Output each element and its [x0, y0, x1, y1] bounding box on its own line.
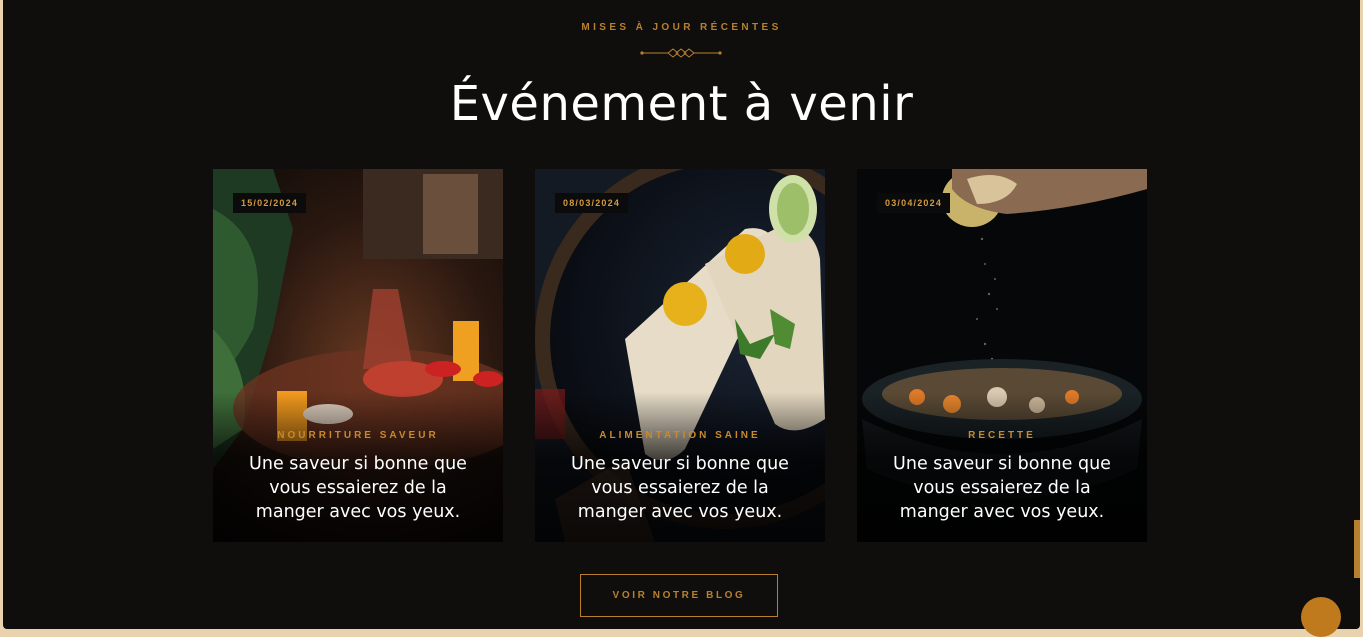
event-category[interactable]: ALIMENTATION SAINE [535, 430, 825, 441]
event-card[interactable]: 08/03/2024 ALIMENTATION SAINE Une saveur… [535, 169, 825, 542]
event-date: 03/04/2024 [877, 193, 951, 213]
event-title[interactable]: Une saveur si bonne que vous essaierez d… [555, 452, 805, 524]
event-category[interactable]: RECETTE [857, 430, 1147, 441]
event-title[interactable]: Une saveur si bonne que vous essaierez d… [233, 452, 483, 524]
event-date: 08/03/2024 [555, 193, 629, 213]
section-eyebrow: MISES À JOUR RÉCENTES [581, 22, 782, 33]
event-title[interactable]: Une saveur si bonne que vous essaierez d… [877, 452, 1127, 524]
event-date: 15/02/2024 [233, 193, 307, 213]
view-blog-button[interactable]: VOIR NOTRE BLOG [580, 574, 778, 617]
section-title: Événement à venir [449, 76, 914, 132]
event-card[interactable]: 03/04/2024 RECETTE Une saveur si bonne q… [857, 169, 1147, 542]
scrollbar-thumb[interactable] [1354, 520, 1360, 578]
event-category[interactable]: NOURRITURE SAVEUR [213, 430, 503, 441]
scroll-to-top-button[interactable] [1301, 597, 1341, 637]
event-card[interactable]: 15/02/2024 NOURRITURE SAVEUR Une saveur … [213, 169, 503, 542]
ornament-divider [640, 48, 722, 58]
events-section: MISES À JOUR RÉCENTES Événement à venir [3, 0, 1360, 629]
